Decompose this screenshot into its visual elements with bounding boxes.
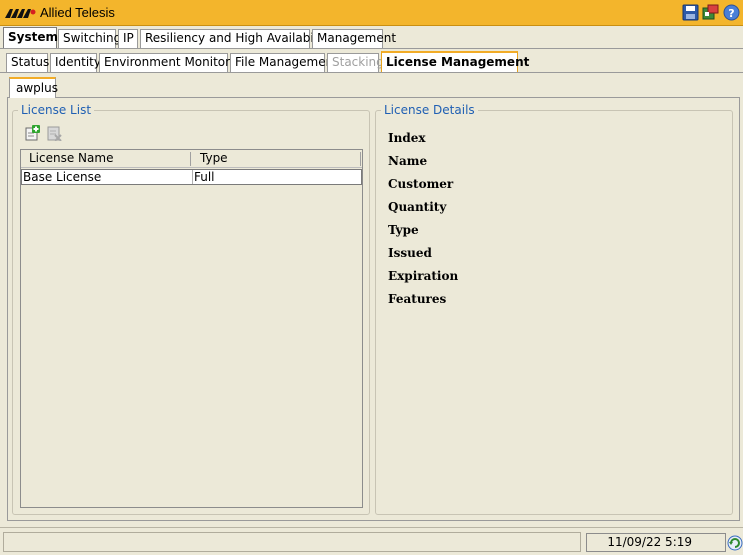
tab-management[interactable]: Management [312,29,396,48]
table-row[interactable]: Base License Full [21,169,362,185]
detail-label-quantity: Quantity [388,200,447,214]
title-bar: Allied Telesis ? [0,0,743,26]
tab-ip[interactable]: IP [118,29,138,48]
detail-label-features: Features [388,292,447,306]
column-header-license-name[interactable]: License Name [21,150,190,168]
status-bar: 11/09/22 5:19 [0,527,743,555]
tab-system[interactable]: System [3,27,58,49]
main-tab-divider [0,48,743,49]
subtab-environment-monitoring[interactable]: Environment Monitoring [99,53,249,72]
status-datetime: 11/09/22 5:19 [586,533,726,552]
column-header-type[interactable]: Type [192,150,360,168]
subtab-stacking: Stacking [327,53,384,72]
detail-label-expiration: Expiration [388,269,459,283]
column-divider[interactable] [190,152,191,166]
detail-label-type: Type [388,223,419,237]
detail-label-index: Index [388,131,426,145]
subtab-status[interactable]: Status [6,53,49,72]
license-table: License Name Type Base License Full [20,149,363,508]
license-details-legend: License Details [384,103,475,117]
subtab-license-management[interactable]: License Management [381,51,529,73]
detail-label-customer: Customer [388,177,454,191]
sub-tab-divider [0,72,743,73]
cell-type: Full [194,170,215,184]
device-config-icon[interactable] [702,4,719,21]
device-tab-awplus[interactable]: awplus [9,77,58,98]
license-list-legend: License List [21,103,92,117]
cell-license-name: Base License [23,170,102,184]
license-details-group: License Details [375,103,733,515]
subtab-file-management[interactable]: File Management [230,53,338,72]
svg-text:?: ? [728,7,734,20]
allied-telesis-logo-icon [5,9,36,18]
save-icon[interactable] [682,4,699,21]
add-license-icon[interactable] [24,125,40,141]
column-divider[interactable] [360,152,361,166]
app-title: Allied Telesis [40,5,115,20]
tab-resiliency[interactable]: Resiliency and High Availability [140,29,332,48]
table-header: License Name Type [21,150,362,168]
help-icon[interactable]: ? [723,4,740,21]
refresh-icon[interactable] [727,535,743,551]
delete-license-icon[interactable] [46,125,62,141]
detail-label-name: Name [388,154,428,168]
subtab-identity[interactable]: Identity [50,53,101,72]
detail-label-issued: Issued [388,246,432,260]
status-message-area [3,532,581,552]
tab-switching[interactable]: Switching [58,29,121,48]
